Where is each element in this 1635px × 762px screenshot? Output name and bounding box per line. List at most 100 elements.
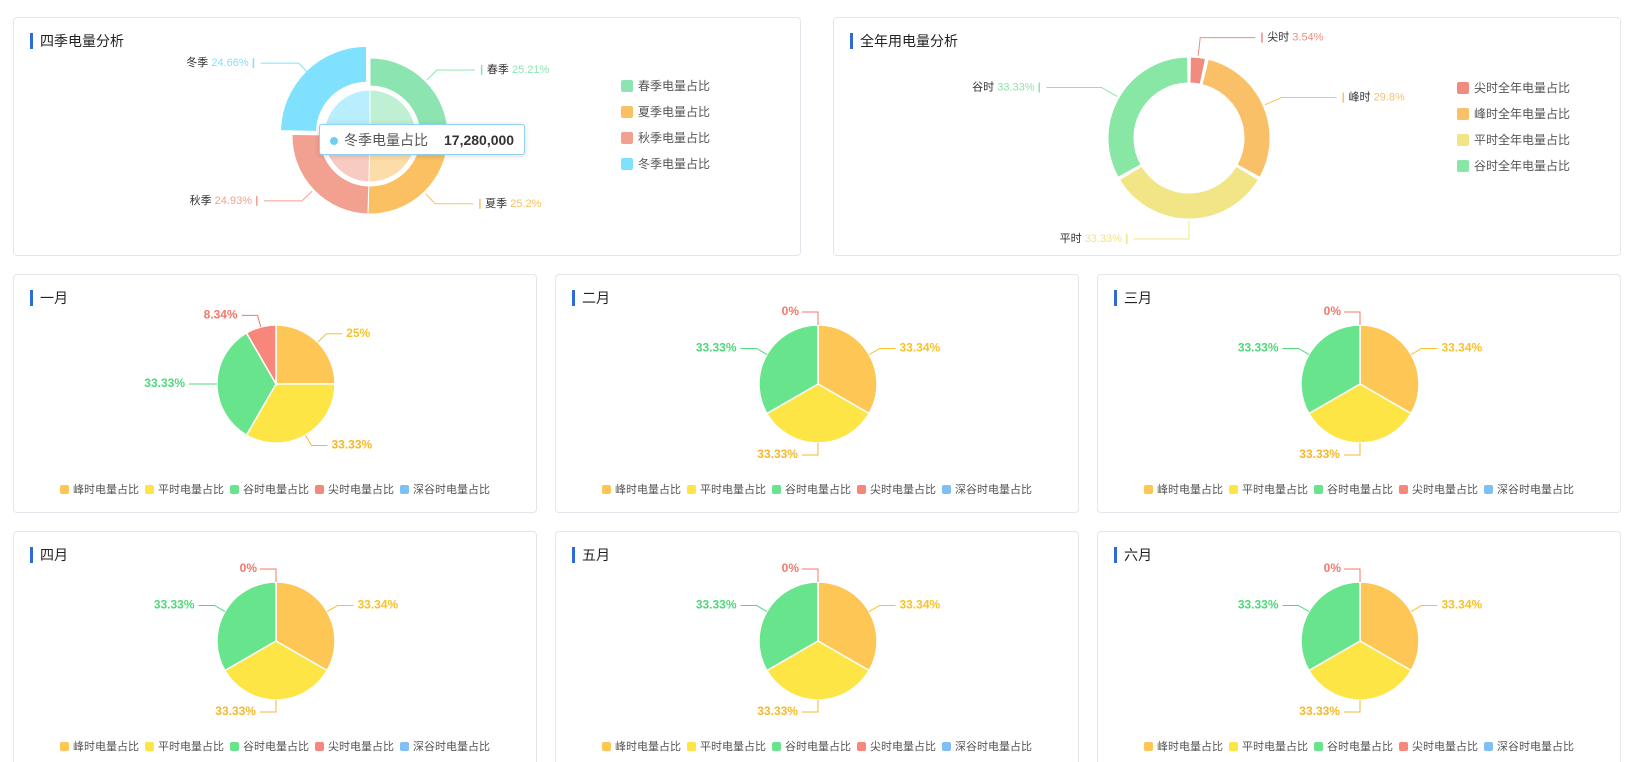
legend-label: 尖时电量占比 [328, 741, 394, 753]
legend-item-autumn[interactable]: 秋季电量占比 [621, 125, 710, 151]
legend-item-peak[interactable]: 峰时全年电量占比 [1457, 101, 1570, 127]
legend-item[interactable]: 平时电量占比 [1229, 738, 1308, 754]
legend-swatch [621, 158, 633, 170]
legend-item[interactable]: 尖时电量占比 [315, 481, 394, 497]
month-pie-chart[interactable]: 33.34% 33.33% 33.33% 0% [556, 532, 1080, 762]
data-label-part: 夏季 [485, 197, 510, 210]
data-label-part: 25.2% [510, 198, 541, 210]
legend-item-flat[interactable]: 平时全年电量占比 [1457, 127, 1570, 153]
legend-item[interactable]: 峰时电量占比 [60, 481, 139, 497]
legend-item[interactable]: 平时电量占比 [145, 481, 224, 497]
legend-swatch [1399, 742, 1408, 751]
legend-item[interactable]: 尖时电量占比 [857, 738, 936, 754]
data-label-part: 33.33% [215, 704, 256, 718]
legend-swatch [1144, 485, 1153, 494]
legend-item[interactable]: 深谷时电量占比 [1484, 738, 1574, 754]
legend-label: 谷时电量占比 [1327, 484, 1393, 496]
legend-label: 深谷时电量占比 [1497, 741, 1574, 753]
data-label: 33.33% [757, 447, 798, 461]
legend-item[interactable]: 谷时电量占比 [230, 738, 309, 754]
tooltip-value: 17,280,000 [444, 132, 515, 148]
leader-line [1133, 220, 1190, 240]
legend-swatch [230, 742, 239, 751]
legend-item[interactable]: 谷时电量占比 [230, 481, 309, 497]
legend-item[interactable]: 峰时电量占比 [602, 738, 681, 754]
leader-line [241, 314, 262, 328]
legend-item[interactable]: 谷时电量占比 [1314, 481, 1393, 497]
data-label-part: 33.33% [1299, 447, 1340, 461]
legend-label: 平时电量占比 [158, 741, 224, 753]
legend-item[interactable]: 谷时电量占比 [772, 738, 851, 754]
legend-item[interactable]: 尖时电量占比 [857, 481, 936, 497]
legend-item[interactable]: 尖时电量占比 [1399, 481, 1478, 497]
leader-line [259, 699, 277, 713]
data-label: 25% [346, 326, 370, 340]
data-label-part: 峰时 [1349, 90, 1374, 103]
legend-swatch [1457, 108, 1469, 120]
legend-item[interactable]: 深谷时电量占比 [400, 738, 490, 754]
legend-label: 谷时全年电量占比 [1474, 159, 1571, 173]
data-label-part: 0% [240, 561, 258, 575]
month-pie-chart[interactable]: 33.34% 33.33% 33.33% 0% [1098, 275, 1622, 514]
data-label-part: 25% [346, 326, 370, 340]
legend-item[interactable]: 深谷时电量占比 [942, 738, 1032, 754]
legend-label: 峰时电量占比 [73, 484, 139, 496]
legend-item[interactable]: 峰时电量占比 [602, 481, 681, 497]
legend-item[interactable]: 谷时电量占比 [1314, 738, 1393, 754]
data-label-part: 平时 [1060, 232, 1085, 245]
legend-item[interactable]: 平时电量占比 [687, 738, 766, 754]
month-card-6: 六月 33.34% 33.33% 33.33% 0% 峰时电量占比 平时电量占比 谷时电量… [1097, 531, 1621, 762]
data-label: 秋季 24.93% [190, 193, 253, 207]
data-label-part: 秋季 [190, 193, 215, 207]
leader-line [802, 568, 819, 582]
leader-line [802, 311, 819, 325]
legend-item[interactable]: 峰时电量占比 [60, 738, 139, 754]
legend-item-winter[interactable]: 冬季电量占比 [621, 151, 710, 177]
month-legend: 峰时电量占比 平时电量占比 谷时电量占比 尖时电量占比 深谷时电量占比 [14, 481, 536, 497]
month-pie-chart[interactable]: 25% 33.33% 33.33% 8.34% [14, 275, 538, 514]
annual-slice [1119, 165, 1259, 220]
legend-label: 平时全年电量占比 [1474, 133, 1571, 147]
legend-label: 平时电量占比 [1242, 484, 1308, 496]
data-label: 33.33% [1238, 598, 1279, 612]
data-label-part: 33.33% [757, 447, 798, 461]
legend-item[interactable]: 深谷时电量占比 [1484, 481, 1574, 497]
data-label-part: 0% [782, 304, 800, 318]
data-label-part: 33.33% [144, 376, 185, 390]
legend-item[interactable]: 平时电量占比 [687, 481, 766, 497]
data-label-part: 冬季 [186, 55, 211, 69]
legend-label: 尖时电量占比 [328, 484, 394, 496]
data-label: 33.34% [357, 598, 398, 612]
month-pie-chart[interactable]: 33.34% 33.33% 33.33% 0% [556, 275, 1080, 514]
legend-label: 谷时电量占比 [243, 741, 309, 753]
legend-item[interactable]: 谷时电量占比 [772, 481, 851, 497]
legend-swatch [1144, 742, 1153, 751]
legend-label: 尖时全年电量占比 [1474, 81, 1571, 95]
legend-item-spring[interactable]: 春季电量占比 [621, 73, 710, 99]
legend-label: 深谷时电量占比 [955, 741, 1032, 753]
leader-line [740, 604, 768, 612]
legend-item[interactable]: 深谷时电量占比 [942, 481, 1032, 497]
legend-item[interactable]: 峰时电量占比 [1144, 481, 1223, 497]
leader-line [1410, 348, 1438, 355]
data-label-part: 24.93% [215, 195, 253, 207]
data-label-part: 33.33% [757, 704, 798, 718]
legend-label: 峰时电量占比 [1157, 741, 1223, 753]
legend-item-sharp[interactable]: 尖时全年电量占比 [1457, 75, 1570, 101]
month-pie-chart[interactable]: 33.34% 33.33% 33.33% 0% [14, 532, 538, 762]
data-label-part: 33.33% [997, 81, 1035, 93]
legend-item-valley[interactable]: 谷时全年电量占比 [1457, 153, 1570, 179]
leader-line [1282, 604, 1310, 612]
legend-item[interactable]: 深谷时电量占比 [400, 481, 490, 497]
legend-item[interactable]: 平时电量占比 [1229, 481, 1308, 497]
legend-swatch [687, 742, 696, 751]
legend-swatch [602, 485, 611, 494]
legend-item-summer[interactable]: 夏季电量占比 [621, 99, 710, 125]
data-label: 33.33% [757, 704, 798, 718]
legend-item[interactable]: 尖时电量占比 [1399, 738, 1478, 754]
legend-item[interactable]: 尖时电量占比 [315, 738, 394, 754]
legend-item[interactable]: 峰时电量占比 [1144, 738, 1223, 754]
legend-item[interactable]: 平时电量占比 [145, 738, 224, 754]
month-pie-chart[interactable]: 33.34% 33.33% 33.33% 0% [1098, 532, 1622, 762]
legend-label: 谷时电量占比 [785, 484, 851, 496]
